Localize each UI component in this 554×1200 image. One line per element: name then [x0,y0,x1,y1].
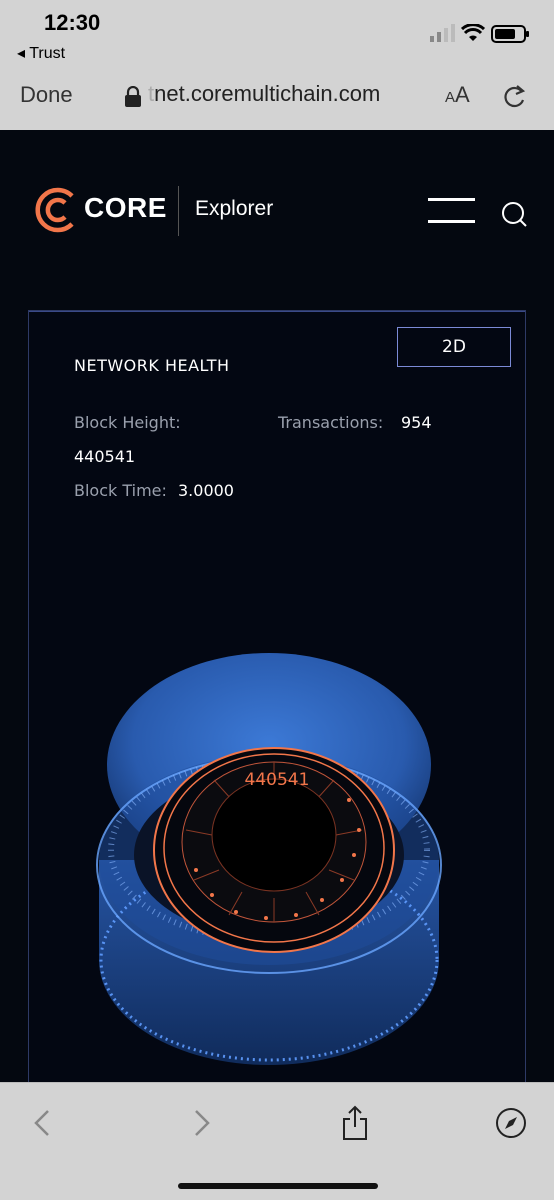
battery-icon [491,25,529,43]
forward-chevron-icon[interactable] [186,1105,218,1141]
url-field[interactable]: tnet.coremultichain.com [148,81,380,107]
text-size-large: A [455,82,470,107]
clock: 12:30 [44,10,101,35]
transactions-value: 954 [401,413,432,432]
cellular-signal-icon [430,24,455,42]
text-size-button[interactable]: AA [445,82,470,108]
header-divider [178,186,179,236]
text-size-small: A [445,89,456,106]
block-height-value: 440541 [74,447,136,466]
transactions-label: Transactions: [278,413,384,432]
hamburger-menu-icon[interactable] [428,198,475,224]
compass-icon[interactable] [494,1105,528,1141]
block-visualization[interactable]: 440541 [84,630,474,1080]
home-indicator [178,1183,378,1189]
brand-name[interactable]: CORE [84,192,167,224]
view-2d-toggle-button[interactable]: 2D [397,327,511,367]
done-button[interactable]: Done [20,82,73,108]
status-bar: 12:30 ◂ Trust [0,0,554,68]
browser-address-bar: Done tnet.coremultichain.com AA [0,68,554,130]
back-to-app-link[interactable]: ◂ Trust [17,43,65,63]
reload-icon[interactable] [502,82,528,110]
viz-block-number: 440541 [245,770,310,790]
lock-icon [125,86,141,107]
share-icon[interactable] [339,1105,371,1141]
core-logo-icon[interactable] [32,186,78,234]
wifi-icon [461,24,485,41]
web-page: CORE Explorer NETWORK HEALTH 2D Block He… [0,130,554,1082]
block-time-label: Block Time: [74,481,167,500]
back-chevron-icon[interactable] [26,1105,58,1141]
block-time-value: 3.0000 [178,481,234,500]
block-height-label: Block Height: [74,413,181,432]
section-title: Explorer [195,197,274,220]
panel-title: NETWORK HEALTH [74,356,230,375]
url-text: net.coremultichain.com [154,81,381,106]
search-icon[interactable] [500,200,528,228]
